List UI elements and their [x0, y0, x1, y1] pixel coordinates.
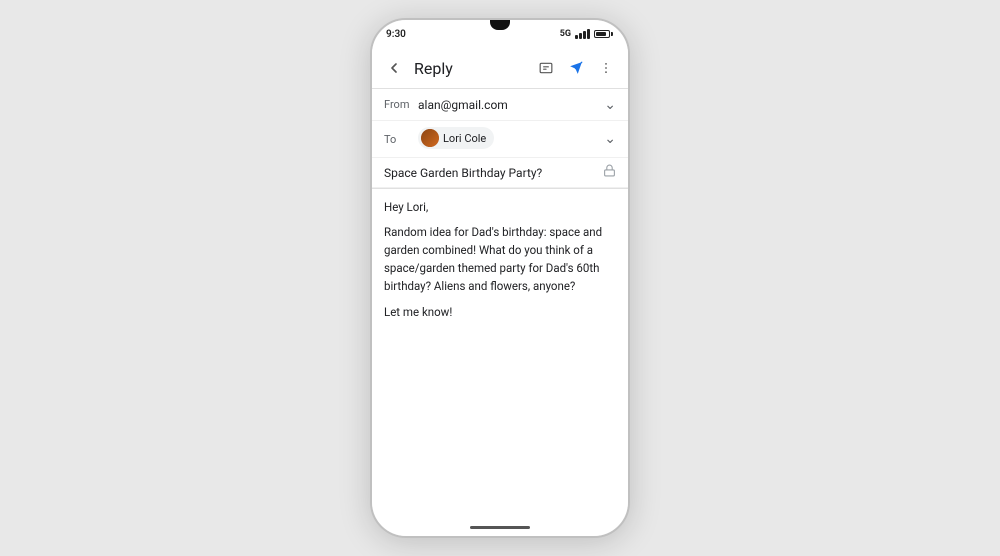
status-time: 9:30	[386, 29, 406, 40]
home-bar	[470, 526, 530, 529]
send-icon	[569, 61, 583, 75]
status-bar: 9:30 5G	[372, 20, 628, 48]
phone-frame: 9:30 5G Reply	[370, 18, 630, 538]
from-label: From	[384, 98, 412, 111]
notch	[490, 20, 510, 30]
home-indicator	[372, 518, 628, 536]
back-arrow-icon	[386, 60, 402, 76]
status-right: 5G	[560, 29, 610, 39]
link-icon	[539, 61, 553, 75]
to-field-row[interactable]: To Lori Cole ⌄	[372, 121, 628, 158]
lock-icon	[603, 164, 616, 181]
more-vertical-icon	[599, 61, 613, 75]
app-content: Reply	[372, 48, 628, 518]
to-label: To	[384, 133, 412, 146]
send-button[interactable]	[564, 56, 588, 80]
from-chevron-icon: ⌄	[604, 97, 616, 113]
page-title: Reply	[414, 59, 534, 78]
avatar-image	[421, 129, 439, 147]
email-paragraph-1: Random idea for Dad's birthday: space an…	[384, 224, 616, 295]
avatar	[421, 129, 439, 147]
more-button[interactable]	[594, 56, 618, 80]
back-button[interactable]	[382, 56, 406, 80]
to-value: Lori Cole	[418, 127, 604, 151]
signal-icon	[575, 29, 590, 39]
recipient-name: Lori Cole	[443, 132, 486, 145]
subject-row[interactable]: Space Garden Birthday Party?	[372, 158, 628, 188]
top-bar: Reply	[372, 48, 628, 88]
lock-svg	[603, 164, 616, 177]
from-field-row[interactable]: From alan@gmail.com ⌄	[372, 89, 628, 121]
to-chevron-icon: ⌄	[604, 131, 616, 147]
network-label: 5G	[560, 29, 571, 39]
recipient-chip[interactable]: Lori Cole	[418, 127, 494, 149]
email-body[interactable]: Hey Lori, Random idea for Dad's birthday…	[372, 189, 628, 518]
link-button[interactable]	[534, 56, 558, 80]
from-value: alan@gmail.com	[418, 98, 604, 112]
email-greeting: Hey Lori,	[384, 199, 616, 216]
subject-text: Space Garden Birthday Party?	[384, 166, 603, 180]
battery-icon	[594, 30, 610, 38]
email-paragraph-2: Let me know!	[384, 304, 616, 322]
top-actions	[534, 56, 618, 80]
